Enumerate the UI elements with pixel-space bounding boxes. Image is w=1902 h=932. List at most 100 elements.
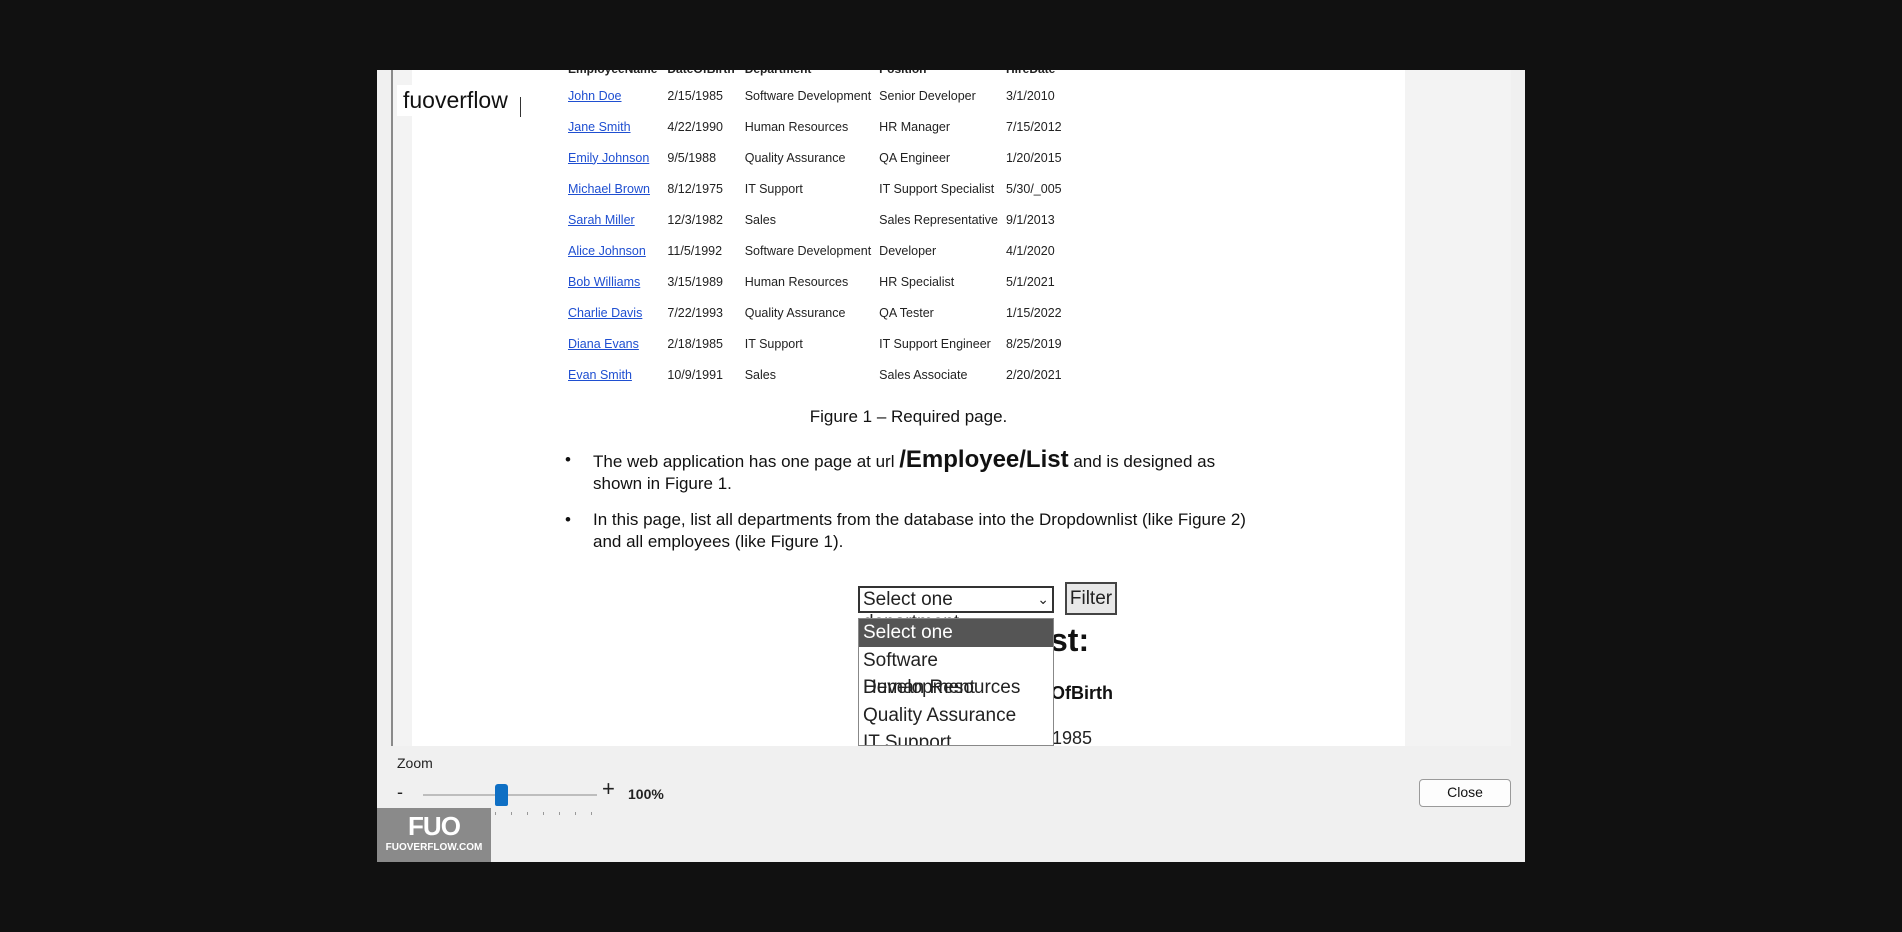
- table-cell: Developer: [879, 243, 937, 258]
- table-cell: 3/1/2010: [1006, 88, 1055, 103]
- table-cell: Quality Assurance: [744, 150, 846, 165]
- dropdown-option[interactable]: Human Resources: [859, 674, 1053, 702]
- table-cell: 9/5/1988: [667, 150, 717, 165]
- employee-name-link[interactable]: John Doe: [568, 89, 622, 103]
- url-text: /Employee/List: [899, 446, 1069, 473]
- document-frame: EmployeeName DateOfBirth Department Posi…: [391, 70, 1511, 746]
- table-cell: Sales: [744, 212, 776, 227]
- table-cell: Sales Representative: [879, 212, 998, 227]
- text-caret: [520, 97, 521, 117]
- close-button[interactable]: Close: [1419, 779, 1511, 807]
- table-cell: Software Development: [744, 243, 872, 258]
- value-fragment: 1985: [1052, 728, 1093, 746]
- table-cell: Sales: [744, 367, 776, 382]
- table-cell: 8/12/1975: [667, 181, 723, 196]
- employee-name-link[interactable]: Evan Smith: [568, 368, 632, 382]
- name-cell: Bob Williams: [568, 266, 667, 297]
- column-header: HireDate: [1006, 70, 1070, 80]
- table-cell: 4/1/2020: [1006, 243, 1055, 258]
- table-row: Sarah Miller 12/3/1982 Sales Sales Repre…: [568, 204, 1070, 235]
- employee-name-link[interactable]: Charlie Davis: [568, 306, 642, 320]
- table-cell: Software Development: [744, 88, 872, 103]
- table-cell: IT Support: [744, 181, 803, 196]
- table-cell: 8/25/2019: [1006, 336, 1062, 351]
- zoom-in-button[interactable]: +: [602, 776, 615, 802]
- figure-caption: Figure 1 – Required page.: [809, 407, 1008, 426]
- table-cell: 1/15/2022: [1006, 305, 1062, 320]
- name-cell: Emily Johnson: [568, 142, 667, 173]
- name-cell: Diana Evans: [568, 328, 667, 359]
- employee-name-link[interactable]: Emily Johnson: [568, 151, 649, 165]
- zoom-value: 100%: [628, 786, 664, 802]
- dropdown-option[interactable]: Quality Assurance: [859, 702, 1053, 730]
- employee-name-link[interactable]: Bob Williams: [568, 275, 640, 289]
- table-cell: Senior Developer: [879, 88, 976, 103]
- name-cell: Michael Brown: [568, 173, 667, 204]
- table-row: Bob Williams 3/15/1989 Human Resources H…: [568, 266, 1070, 297]
- zoom-out-button[interactable]: -: [397, 782, 403, 803]
- table-cell: HR Specialist: [879, 274, 955, 289]
- name-cell: Sarah Miller: [568, 204, 667, 235]
- zoom-slider-track[interactable]: [423, 794, 597, 796]
- table-cell: 2/18/1985: [667, 336, 723, 351]
- department-select[interactable]: Select one department ⌄: [858, 586, 1054, 633]
- table-cell: 2/15/1985: [667, 88, 723, 103]
- table-cell: Sales Associate: [879, 367, 968, 382]
- column-header: Position: [879, 70, 1006, 80]
- zoom-slider-thumb[interactable]: [495, 784, 508, 806]
- overlay-label: fuoverflow: [397, 85, 514, 116]
- table-row: Michael Brown 8/12/1975 IT Support IT Su…: [568, 173, 1070, 204]
- table-cell: QA Engineer: [879, 150, 951, 165]
- document-page: EmployeeName DateOfBirth Department Posi…: [412, 70, 1405, 746]
- table-row: Alice Johnson 11/5/1992 Software Develop…: [568, 235, 1070, 266]
- table-cell: 12/3/1982: [667, 212, 723, 227]
- requirements-list: • The web application has one page at ur…: [559, 446, 1259, 567]
- name-cell: John Doe: [568, 80, 667, 111]
- logo-site: FUOVERFLOW.COM: [385, 842, 483, 853]
- table-cell: Human Resources: [744, 274, 849, 289]
- name-cell: Charlie Davis: [568, 297, 667, 328]
- dropdown-option[interactable]: Select one department: [859, 619, 1053, 670]
- employee-name-link[interactable]: Jane Smith: [568, 120, 631, 134]
- table-header-row: EmployeeName DateOfBirth Department Posi…: [568, 70, 1070, 80]
- column-header: Department: [745, 70, 879, 80]
- heading-fragment: st:: [1050, 622, 1090, 658]
- department-dropdown-list: Select one department Software Developme…: [858, 618, 1054, 746]
- table-cell: IT Support Engineer: [879, 336, 991, 351]
- employee-name-link[interactable]: Sarah Miller: [568, 213, 635, 227]
- table-cell: 4/22/1990: [667, 119, 723, 134]
- table-cell: IT Support Specialist: [879, 181, 995, 196]
- table-cell: 2/20/2021: [1006, 367, 1062, 382]
- employee-name-link[interactable]: Diana Evans: [568, 337, 639, 351]
- employee-name-link[interactable]: Michael Brown: [568, 182, 650, 196]
- table-cell: Human Resources: [744, 119, 849, 134]
- dropdown-option[interactable]: IT Support: [859, 729, 1053, 745]
- bullet-dot-icon: •: [565, 510, 571, 529]
- bullet-text: In this page, list all departments from …: [593, 510, 1246, 551]
- bullet-dot-icon: •: [565, 450, 571, 469]
- table-cell: 1/20/2015: [1006, 150, 1062, 165]
- document-viewer: EmployeeName DateOfBirth Department Posi…: [377, 70, 1525, 862]
- table-cell: QA Tester: [879, 305, 934, 320]
- name-cell: Jane Smith: [568, 111, 667, 142]
- table-row: John Doe 2/15/1985 Software Development …: [568, 80, 1070, 111]
- table-row: Evan Smith 10/9/1991 Sales Sales Associa…: [568, 359, 1070, 390]
- table-cell: IT Support: [744, 336, 803, 351]
- zoom-label: Zoom: [397, 755, 433, 771]
- column-header: DateOfBirth: [667, 70, 744, 80]
- name-cell: Evan Smith: [568, 359, 667, 390]
- bullet-item: • In this page, list all departments fro…: [559, 509, 1259, 553]
- table-row: Charlie Davis 7/22/1993 Quality Assuranc…: [568, 297, 1070, 328]
- chevron-down-icon: ⌄: [1037, 591, 1049, 607]
- table-cell: 5/30/_005: [1006, 181, 1062, 196]
- table-cell: 5/1/2021: [1006, 274, 1055, 289]
- name-cell: Alice Johnson: [568, 235, 667, 266]
- employee-table: EmployeeName DateOfBirth Department Posi…: [568, 70, 1070, 390]
- employee-name-link[interactable]: Alice Johnson: [568, 244, 646, 258]
- table-row: Jane Smith 4/22/1990 Human Resources HR …: [568, 111, 1070, 142]
- filter-button[interactable]: Filter: [1065, 582, 1117, 615]
- table-cell: 3/15/1989: [667, 274, 723, 289]
- logo-mark: FUO: [408, 811, 461, 841]
- table-cell: Quality Assurance: [744, 305, 846, 320]
- table-cell: 7/15/2012: [1006, 119, 1062, 134]
